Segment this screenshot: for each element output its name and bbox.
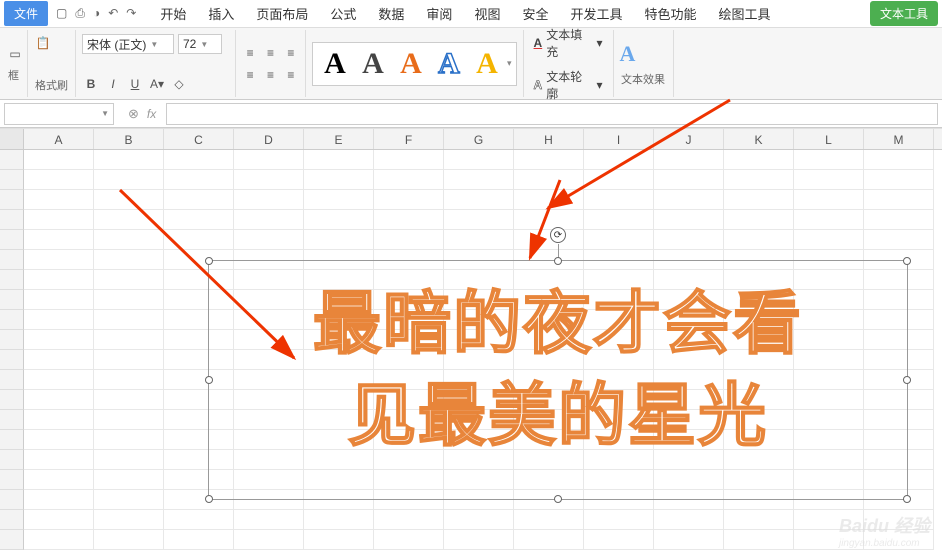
ribbon-tabs: 开始 插入 页面布局 公式 数据 审阅 视图 安全 开发工具 特色功能 绘图工具 <box>152 0 870 27</box>
chevron-down-icon: ▼ <box>101 109 113 118</box>
watermark: Baidu 经验 jingyan.baidu.com <box>839 512 930 549</box>
select-all-corner[interactable] <box>0 129 24 149</box>
wordart-style-5[interactable]: A <box>469 47 505 81</box>
tab-insert[interactable]: 插入 <box>200 0 242 27</box>
preview-icon[interactable]: ◑ <box>93 6 100 21</box>
wordart-content[interactable]: 最暗的夜才会看 见最美的星光 <box>209 261 907 463</box>
align-bottom-icon[interactable]: ≡ <box>283 44 299 62</box>
tab-review[interactable]: 审阅 <box>418 0 460 27</box>
tab-drawing-tools[interactable]: 绘图工具 <box>711 0 779 27</box>
align-middle-icon[interactable]: ≡ <box>262 44 278 62</box>
text-outline-button[interactable]: A 文本轮廓 ▾ <box>530 66 607 104</box>
col-header[interactable]: H <box>514 129 584 149</box>
align-right-icon[interactable]: ≡ <box>283 66 299 84</box>
redo-icon[interactable]: ↷ <box>126 6 136 21</box>
tab-page-layout[interactable]: 页面布局 <box>248 0 316 27</box>
tab-view[interactable]: 视图 <box>466 0 508 27</box>
textbox-label: 框 <box>6 67 21 83</box>
font-size-select[interactable]: 72 ▼ <box>178 34 222 54</box>
col-header[interactable]: J <box>654 129 724 149</box>
column-headers: A B C D E F G H I J K L M <box>0 128 942 150</box>
tab-formula[interactable]: 公式 <box>322 0 364 27</box>
resize-handle-n[interactable] <box>554 257 562 265</box>
resize-handle-ne[interactable] <box>903 257 911 265</box>
quick-access-toolbar: ▢ ⎙ ◑ ↶ ↷ <box>56 6 136 21</box>
fx-label[interactable]: fx <box>147 107 156 121</box>
watermark-sub: jingyan.baidu.com <box>839 538 930 549</box>
underline-button[interactable]: U <box>126 75 144 93</box>
formula-input[interactable] <box>166 103 938 125</box>
save-icon[interactable]: ▢ <box>56 6 67 21</box>
col-header[interactable]: C <box>164 129 234 149</box>
font-size-value: 72 <box>183 37 196 51</box>
col-header[interactable]: D <box>234 129 304 149</box>
resize-handle-s[interactable] <box>554 495 562 503</box>
name-box[interactable]: ▼ <box>4 103 114 125</box>
ribbon: ▭ 框 📋 格式刷 宋体 (正文) ▼ 72 ▼ B I U A▾ ◇ ≡ ≡ <box>0 28 942 100</box>
font-name-value: 宋体 (正文) <box>87 36 146 53</box>
font-color-button[interactable]: A▾ <box>148 75 166 93</box>
group-wordart-styles: A A A A A ▾ <box>306 30 524 97</box>
wordart-style-3[interactable]: A <box>393 47 429 81</box>
menubar: 文件 ▢ ⎙ ◑ ↶ ↷ 开始 插入 页面布局 公式 数据 审阅 视图 安全 开… <box>0 0 942 28</box>
group-textbox: ▭ 框 <box>0 30 28 97</box>
group-text-style: A 文本填充 ▾ A 文本轮廓 ▾ <box>524 30 614 97</box>
gallery-more-icon[interactable]: ▾ <box>507 58 512 69</box>
italic-button[interactable]: I <box>104 75 122 93</box>
text-effects-icon[interactable]: A <box>620 41 667 67</box>
paste-icon[interactable]: 📋 <box>34 34 52 52</box>
tab-data[interactable]: 数据 <box>370 0 412 27</box>
align-center-icon[interactable]: ≡ <box>262 66 278 84</box>
clear-format-button[interactable]: ◇ <box>170 75 188 93</box>
col-header[interactable]: I <box>584 129 654 149</box>
text-fill-button[interactable]: A 文本填充 ▾ <box>530 24 607 62</box>
wordart-style-4[interactable]: A <box>431 47 467 81</box>
cancel-fx-icon[interactable]: ⊗ <box>128 106 139 122</box>
bold-button[interactable]: B <box>82 75 100 93</box>
col-header[interactable]: B <box>94 129 164 149</box>
col-header[interactable]: L <box>794 129 864 149</box>
formula-bar: ▼ ⊗ fx <box>0 100 942 128</box>
resize-handle-sw[interactable] <box>205 495 213 503</box>
text-fill-label: 文本填充 <box>546 26 592 60</box>
file-menu[interactable]: 文件 <box>4 1 48 26</box>
group-font: 宋体 (正文) ▼ 72 ▼ B I U A▾ ◇ <box>76 30 236 97</box>
wordart-gallery[interactable]: A A A A A ▾ <box>312 42 517 86</box>
rotate-handle[interactable]: ⟳ <box>550 227 566 243</box>
col-header[interactable]: A <box>24 129 94 149</box>
text-outline-label: 文本轮廓 <box>546 68 592 102</box>
resize-handle-nw[interactable] <box>205 257 213 265</box>
undo-icon[interactable]: ↶ <box>108 6 118 21</box>
group-align: ≡ ≡ ≡ ≡ ≡ ≡ <box>236 30 306 97</box>
wordart-textbox[interactable]: ⟳ 最暗的夜才会看 见最美的星光 <box>208 260 908 500</box>
resize-handle-e[interactable] <box>903 376 911 384</box>
align-left-icon[interactable]: ≡ <box>242 66 258 84</box>
group-clipboard: 📋 格式刷 <box>28 30 76 97</box>
text-effects-label: 文本效果 <box>620 71 667 87</box>
wordart-line-1: 最暗的夜才会看 <box>209 279 907 371</box>
format-painter-label[interactable]: 格式刷 <box>34 77 69 93</box>
tab-home[interactable]: 开始 <box>152 0 194 27</box>
textbox-icon[interactable]: ▭ <box>6 45 24 63</box>
resize-handle-se[interactable] <box>903 495 911 503</box>
col-header[interactable]: K <box>724 129 794 149</box>
tab-features[interactable]: 特色功能 <box>636 0 704 27</box>
col-header[interactable]: M <box>864 129 934 149</box>
col-header[interactable]: E <box>304 129 374 149</box>
col-header[interactable]: G <box>444 129 514 149</box>
text-tools-tab[interactable]: 文本工具 <box>870 1 938 26</box>
watermark-brand: Baidu 经验 <box>839 516 930 536</box>
font-name-select[interactable]: 宋体 (正文) ▼ <box>82 34 174 54</box>
wordart-style-1[interactable]: A <box>317 47 353 81</box>
wordart-line-2: 见最美的星光 <box>209 371 907 463</box>
align-top-icon[interactable]: ≡ <box>242 44 258 62</box>
print-icon[interactable]: ⎙ <box>75 6 85 21</box>
chevron-down-icon: ▼ <box>200 40 208 49</box>
resize-handle-w[interactable] <box>205 376 213 384</box>
chevron-down-icon: ▼ <box>150 40 158 49</box>
col-header[interactable]: F <box>374 129 444 149</box>
wordart-style-2[interactable]: A <box>355 47 391 81</box>
group-text-effects: A 文本效果 <box>614 30 674 97</box>
